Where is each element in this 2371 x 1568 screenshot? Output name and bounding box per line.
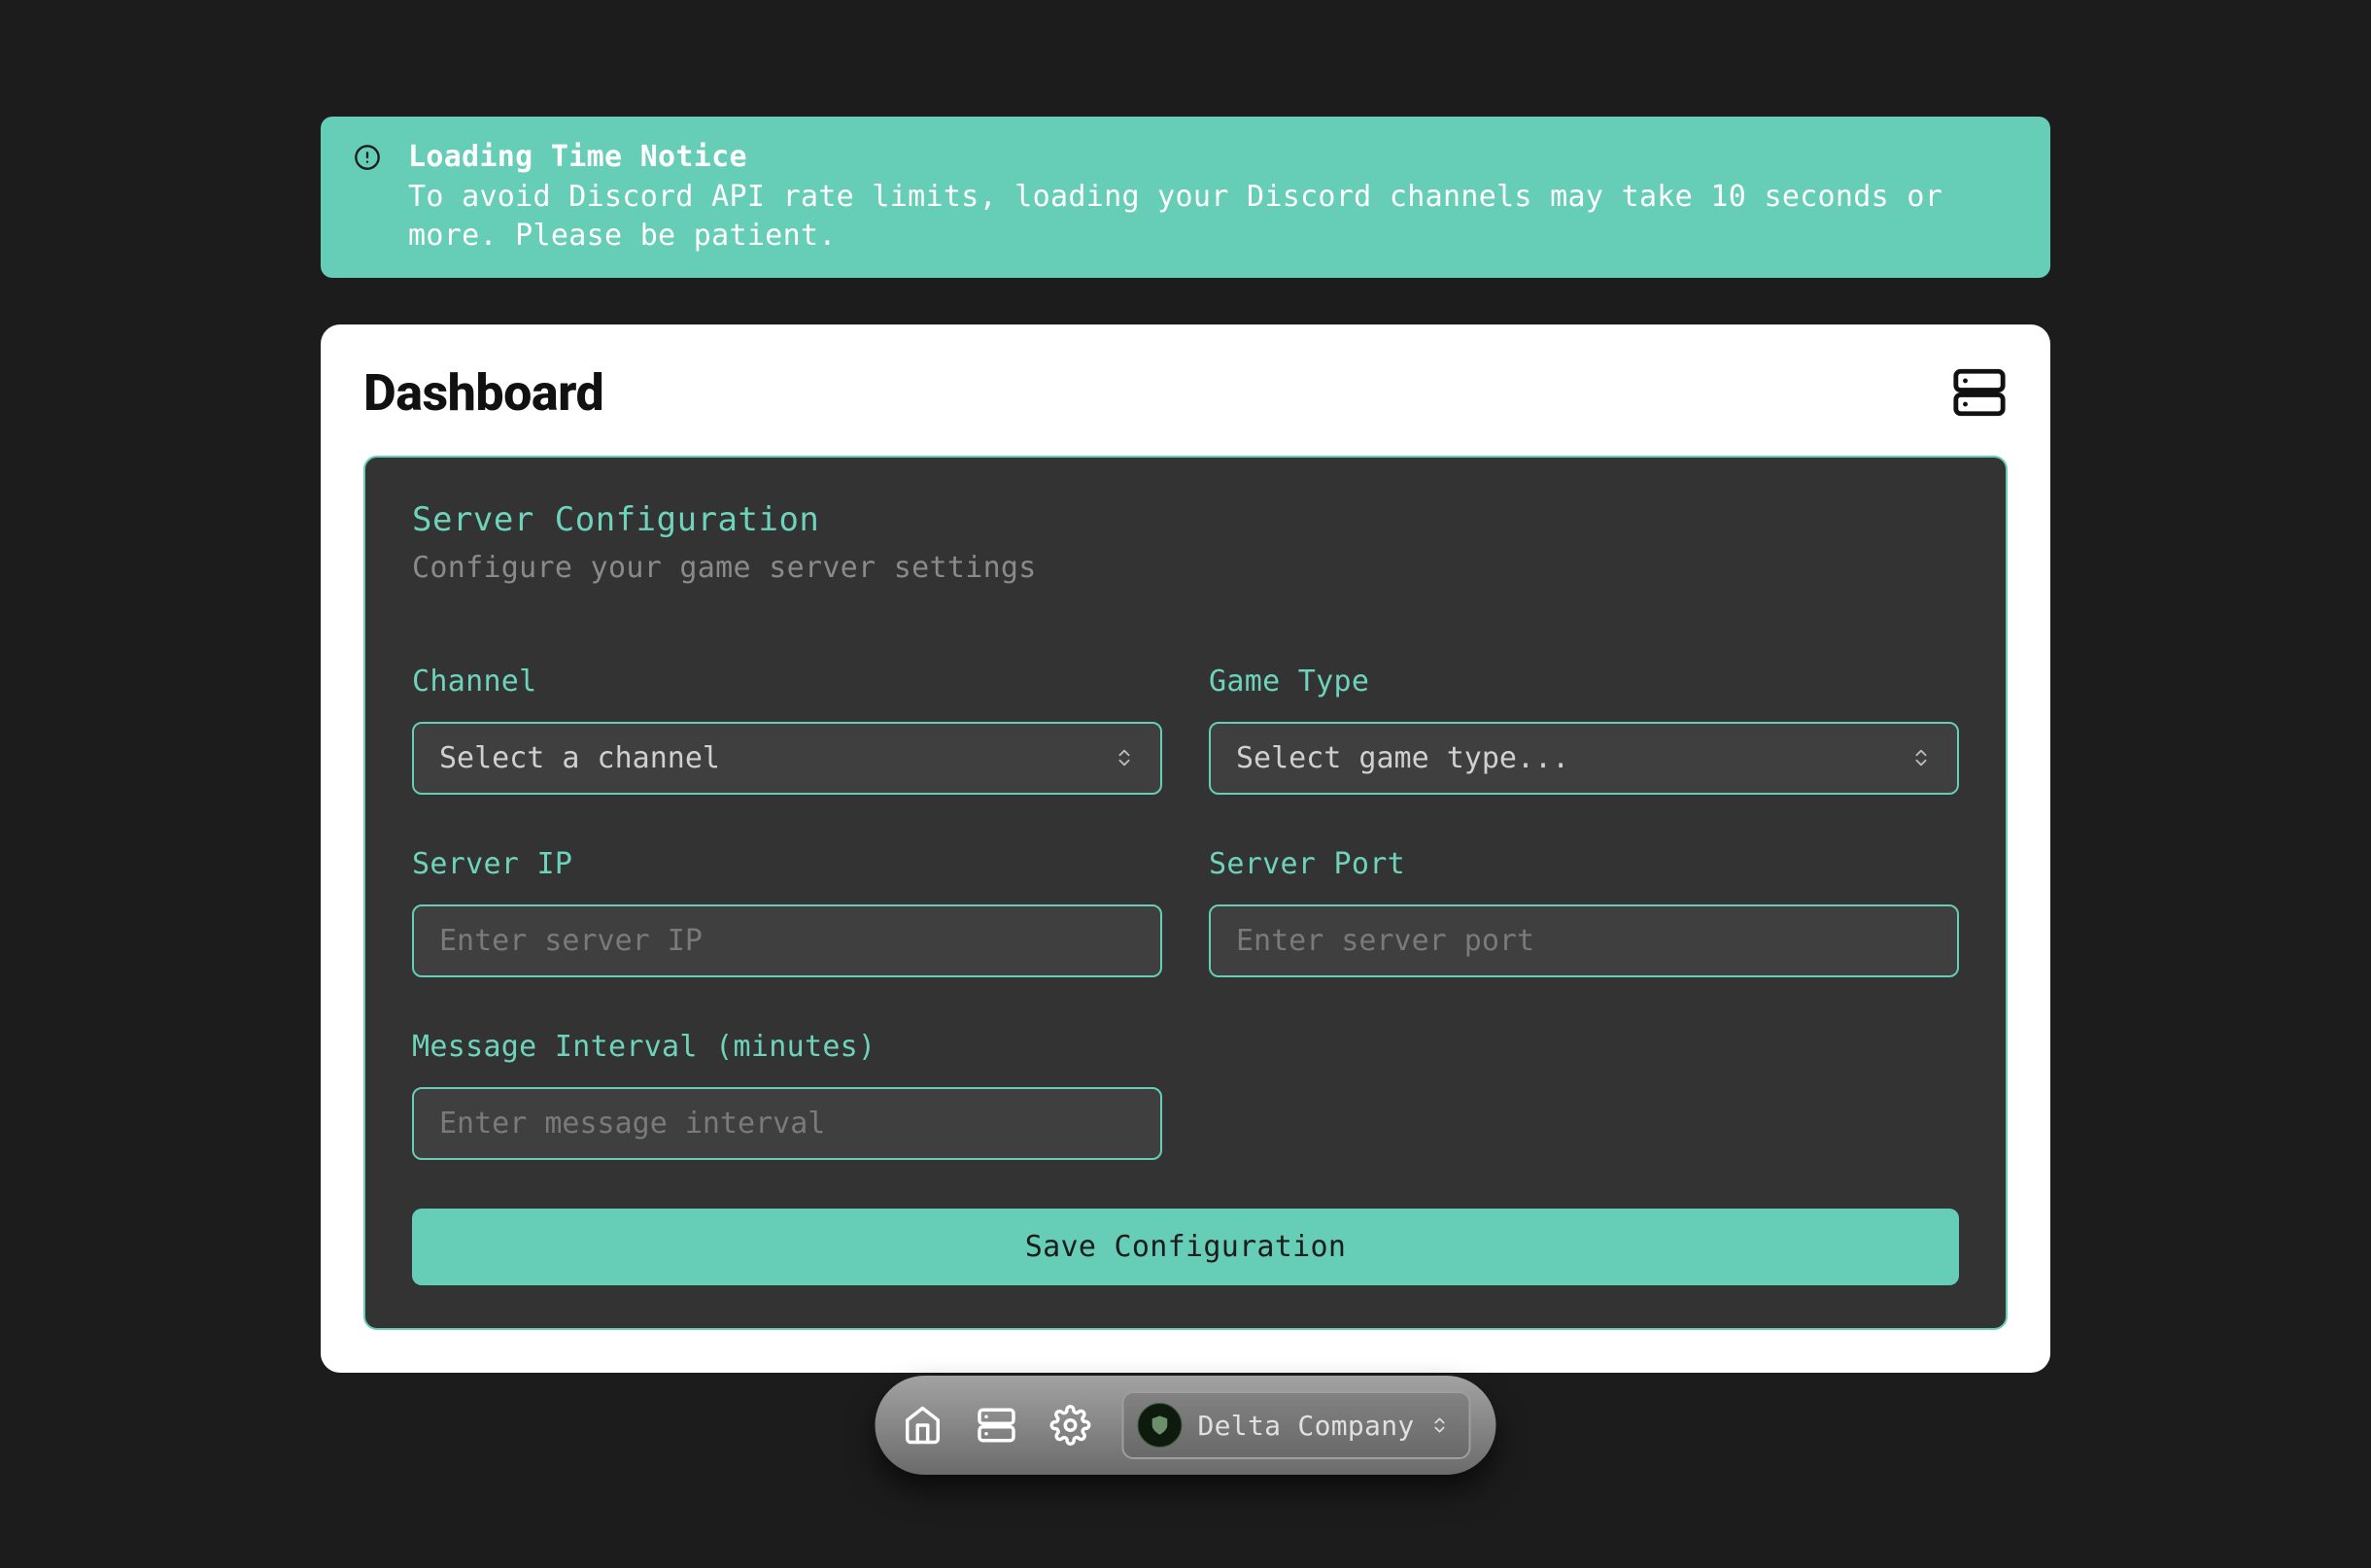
dock: Delta Company [875, 1376, 1495, 1475]
channel-select-value: Select a channel [439, 741, 1114, 775]
server-icon [1951, 364, 2008, 421]
field-game-type: Game Type Select game type... [1209, 665, 1959, 795]
game-type-select[interactable]: Select game type... [1209, 722, 1959, 795]
chevrons-up-down-icon [1114, 747, 1135, 768]
save-button[interactable]: Save Configuration [412, 1209, 1959, 1285]
interval-label: Message Interval (minutes) [412, 1030, 1162, 1064]
gear-icon[interactable] [1048, 1403, 1092, 1448]
loading-notice: Loading Time Notice To avoid Discord API… [321, 117, 2050, 278]
server-ip-label: Server IP [412, 847, 1162, 881]
notice-body: To avoid Discord API rate limits, loadin… [408, 180, 1942, 254]
interval-input[interactable] [412, 1087, 1162, 1160]
server-icon[interactable] [974, 1403, 1018, 1448]
home-icon[interactable] [900, 1403, 945, 1448]
company-select-label: Delta Company [1197, 1410, 1414, 1442]
company-select[interactable]: Delta Company [1121, 1391, 1470, 1459]
panel-subtitle: Configure your game server settings [412, 551, 1959, 585]
card-header: Dashboard [363, 363, 2008, 423]
channel-label: Channel [412, 665, 1162, 699]
field-server-port: Server Port [1209, 847, 1959, 977]
field-channel: Channel Select a channel [412, 665, 1162, 795]
chevrons-up-down-icon [1910, 747, 1932, 768]
server-port-label: Server Port [1209, 847, 1959, 881]
server-ip-input[interactable] [412, 904, 1162, 977]
field-interval: Message Interval (minutes) [412, 1030, 1162, 1160]
game-type-select-value: Select game type... [1236, 741, 1910, 775]
dashboard-card: Dashboard Server Configuration Configure… [321, 324, 2050, 1373]
server-config-panel: Server Configuration Configure your game… [363, 456, 2008, 1330]
notice-title: Loading Time Notice [408, 140, 747, 174]
page-title: Dashboard [363, 363, 603, 423]
channel-select[interactable]: Select a channel [412, 722, 1162, 795]
panel-title: Server Configuration [412, 500, 1959, 539]
notice-text: Loading Time Notice To avoid Discord API… [408, 138, 2017, 256]
game-type-label: Game Type [1209, 665, 1959, 699]
shield-icon [1137, 1403, 1182, 1448]
field-server-ip: Server IP [412, 847, 1162, 977]
alert-circle-icon [354, 144, 381, 171]
chevrons-up-down-icon [1430, 1415, 1450, 1435]
server-port-input[interactable] [1209, 904, 1959, 977]
